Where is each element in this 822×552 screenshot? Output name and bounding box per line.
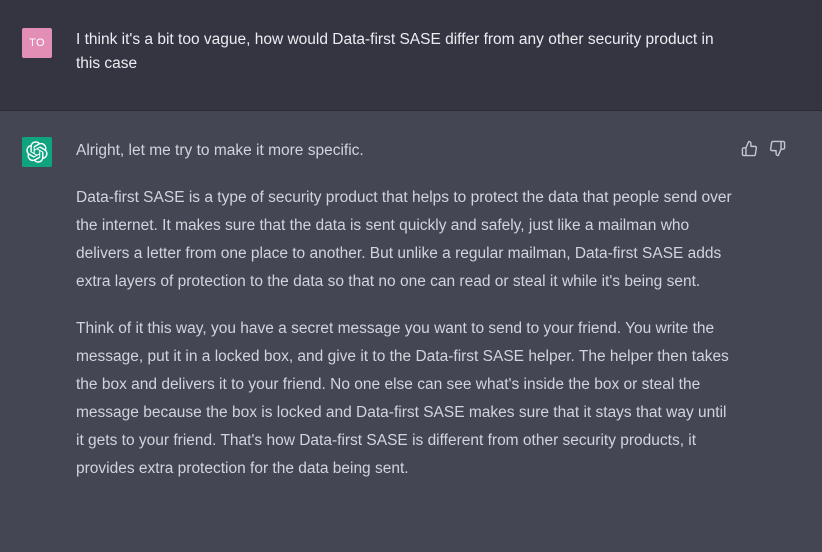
user-avatar-initials: TO [29,37,45,49]
assistant-paragraph: Data-first SASE is a type of security pr… [76,189,732,290]
assistant-paragraph: Think of it this way, you have a secret … [76,320,729,477]
assistant-message-body: Alright, let me try to make it more spec… [76,137,736,502]
thumbs-up-button[interactable] [740,139,758,157]
assistant-avatar [22,137,52,167]
user-message-text: I think it's a bit too vague, how would … [76,31,714,72]
user-message-row: TO I think it's a bit too vague, how wou… [0,0,822,111]
thumbs-down-icon [769,140,785,156]
thumbs-up-icon [741,140,757,156]
user-avatar: TO [22,28,52,58]
thumbs-down-button[interactable] [768,139,786,157]
openai-logo-icon [26,141,48,163]
assistant-message-row: Alright, let me try to make it more spec… [0,111,822,552]
feedback-buttons [740,139,786,157]
assistant-paragraph: Alright, let me try to make it more spec… [76,142,364,159]
